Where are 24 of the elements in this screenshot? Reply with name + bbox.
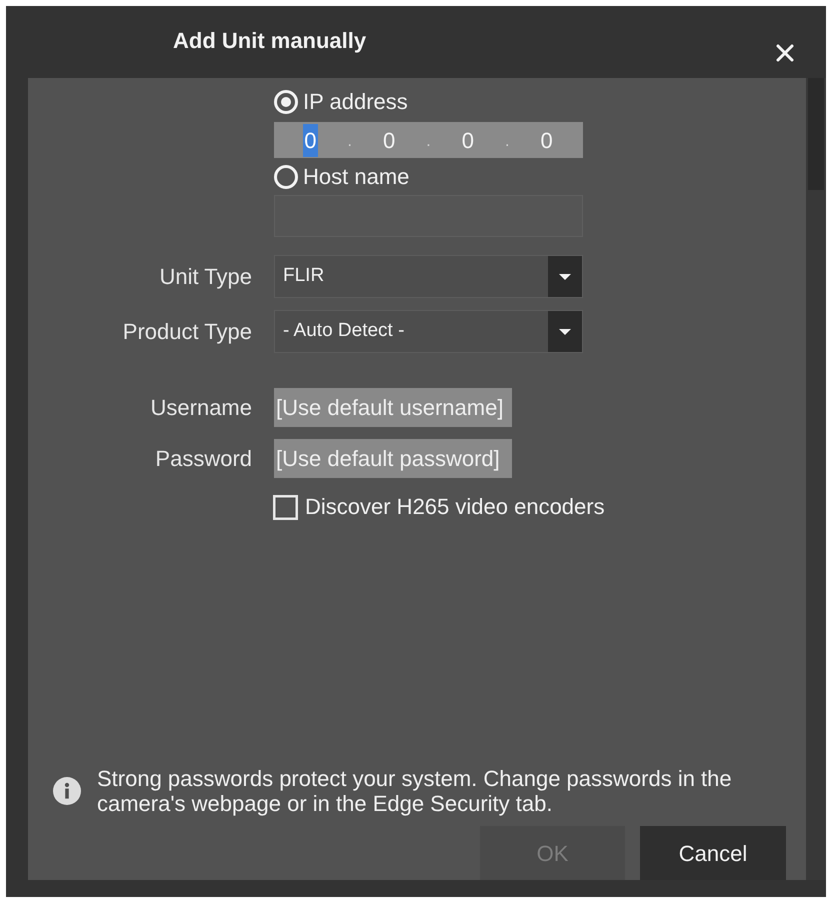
ip-separator: . <box>346 132 353 152</box>
info-icon <box>53 777 81 805</box>
close-icon <box>776 44 794 62</box>
field-label: Username <box>150 394 252 422</box>
caret-down-icon <box>548 256 582 297</box>
ip-address-field[interactable]: 0 . 0 . 0 . 0 <box>274 122 583 158</box>
dialog-button[interactable]: Cancel <box>640 826 786 880</box>
radio-option[interactable]: Host name <box>274 164 410 190</box>
input-field[interactable]: [Use default username] <box>274 388 512 427</box>
close-button[interactable] <box>774 42 796 64</box>
ip-octet[interactable]: 0 <box>303 124 318 156</box>
dropdown[interactable]: FLIR <box>274 255 583 298</box>
field-label: Product Type <box>122 318 252 346</box>
ip-separator: . <box>504 132 510 152</box>
dropdown[interactable]: - Auto Detect - <box>274 310 583 353</box>
h265-checkbox-option[interactable]: Discover H265 video encoders <box>273 494 605 520</box>
field-label: Unit Type <box>158 263 252 291</box>
caret-down-icon <box>548 311 582 352</box>
field-label: Password <box>154 445 252 473</box>
input-field[interactable]: [Use default password] <box>274 439 512 478</box>
ip-separator: . <box>426 132 432 152</box>
radio-option[interactable]: IP address <box>274 89 408 115</box>
info-message: Strong passwords protect your system. Change passwords in the camera's webpage or in the Edge Security tab. <box>97 766 733 816</box>
dialog-title: Add Unit manually <box>173 27 366 55</box>
